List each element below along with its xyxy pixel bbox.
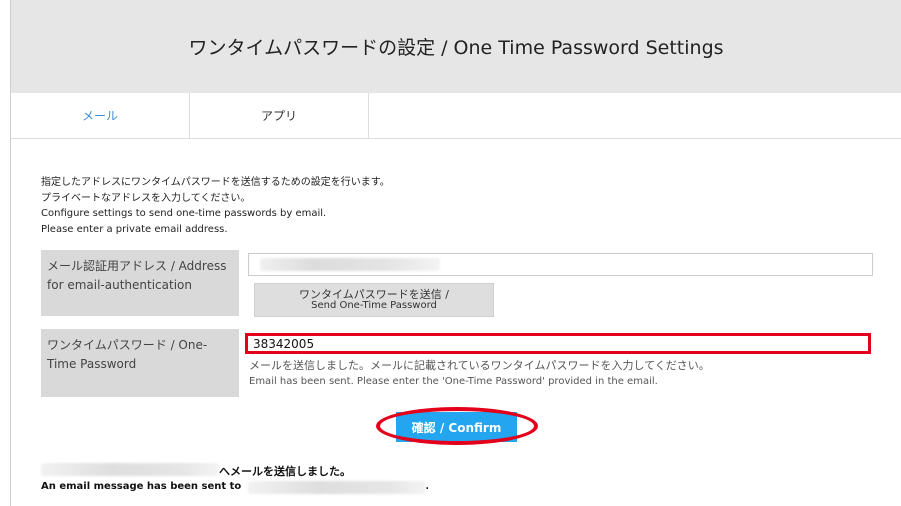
tab-app-label: アプリ (260, 109, 297, 123)
tab-mail[interactable]: メール (11, 93, 190, 138)
address-label: メール認証用アドレス / Address for email-authentic… (41, 250, 239, 316)
sent-status-jp-text: へメールを送信しました。 (219, 465, 351, 478)
redacted-address (260, 258, 440, 271)
otp-label: ワンタイムパスワード / One-Time Password (41, 329, 239, 397)
redacted-recipient-en (248, 481, 426, 494)
intro-text: 指定したアドレスにワンタイムパスワードを送信するための設定を行います。 プライベ… (41, 175, 390, 237)
intro-line-4: Please enter a private email address. (41, 223, 228, 235)
sent-status-jp: へメールを送信しました。 (41, 463, 351, 479)
intro-line-3: Configure settings to send one-time pass… (41, 208, 327, 219)
send-otp-button-label-en: Send One-Time Password (311, 300, 437, 311)
send-otp-button-label-jp: ワンタイムパスワードを送信 / (299, 288, 449, 301)
sent-status-en-prefix: An email message has been sent to (41, 481, 242, 492)
tab-mail-label: メール (81, 109, 118, 123)
confirm-button[interactable]: 確認 / Confirm (396, 412, 517, 442)
confirm-button-label: 確認 / Confirm (411, 420, 502, 435)
page-header: ワンタイムパスワードの設定 / One Time Password Settin… (11, 0, 901, 93)
otp-message-jp: メールを送信しました。メールに記載されているワンタイムパスワードを入力してくださ… (249, 359, 710, 372)
send-otp-button[interactable]: ワンタイムパスワードを送信 / Send One-Time Password (254, 283, 494, 317)
left-frame-border (0, 0, 11, 506)
otp-message-en: Email has been sent. Please enter the 'O… (249, 376, 658, 387)
tab-bar: メール アプリ (11, 93, 901, 139)
otp-input[interactable] (245, 333, 871, 354)
page-title: ワンタイムパスワードの設定 / One Time Password Settin… (188, 37, 724, 59)
tab-app[interactable]: アプリ (190, 93, 369, 138)
intro-line-1: 指定したアドレスにワンタイムパスワードを送信するための設定を行います。 (41, 177, 390, 188)
intro-line-2: プライベートなアドレスを入力してください。 (41, 192, 251, 204)
